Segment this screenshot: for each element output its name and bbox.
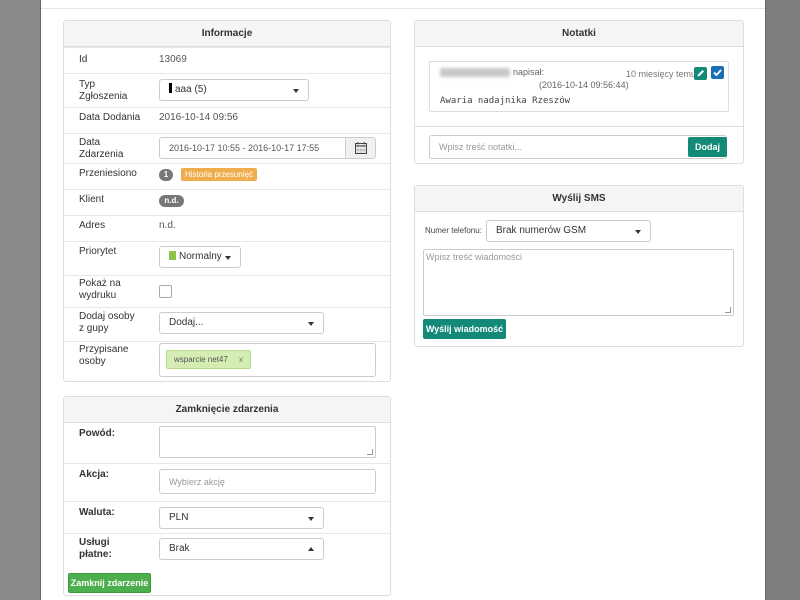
note-input[interactable]: Wpisz treść notatki...	[429, 135, 727, 159]
zamknij-zdarzenie-button[interactable]: Zamknij zdarzenie	[68, 573, 151, 593]
row-przeniesiono: Przeniesiono 1 Historia przesunięć	[64, 163, 390, 189]
phone-select-value: Brak numerów GSM	[496, 225, 587, 236]
adres-value: n.d.	[159, 220, 176, 231]
chevron-down-icon	[308, 517, 314, 521]
row-klient: Klient n.d.	[64, 189, 390, 215]
row-dodaj-osoby: Dodaj osoby z gupy Dodaj...	[64, 307, 390, 341]
dodaj-osoby-label: Dodaj osoby z gupy	[79, 311, 135, 334]
confirm-note-button[interactable]	[711, 66, 724, 79]
chevron-down-icon	[308, 322, 314, 326]
background-right	[764, 0, 800, 600]
row-przypisane: Przypisane osoby wsparcie net47 x	[64, 341, 390, 381]
note-author-blurred	[440, 68, 510, 77]
edit-note-button[interactable]	[694, 67, 707, 80]
row-akcja: Akcja: Wybierz akcję	[64, 463, 390, 501]
typ-select[interactable]: aaa (5)	[159, 79, 309, 101]
waluta-select-value: PLN	[169, 512, 189, 523]
notatki-panel: Notatki napisał: 10 miesięcy temu (2016-…	[414, 20, 744, 164]
row-id: Id 13069	[64, 47, 390, 73]
calendar-button[interactable]	[345, 137, 376, 159]
sms-message-placeholder: Wpisz treść wiadomości	[426, 252, 523, 262]
send-sms-button[interactable]: Wyślij wiadomość	[423, 319, 506, 339]
akcja-input[interactable]: Wybierz akcję	[159, 469, 376, 494]
uslugi-select-value: Brak	[169, 543, 190, 554]
uslugi-label: Usługi płatne:	[79, 537, 112, 560]
chevron-down-icon	[293, 89, 299, 93]
priorytet-select-value: Normalny	[179, 251, 222, 262]
remove-tag-icon[interactable]: x	[239, 355, 243, 364]
informacje-panel: Informacje Id 13069 Typ Zgłoszenia aaa (…	[63, 20, 391, 382]
row-uslugi: Usługi płatne: Brak	[64, 533, 390, 567]
row-adres: Adres n.d.	[64, 215, 390, 241]
data-dodania-label: Data Dodania	[79, 112, 141, 123]
assigned-person-tag: wsparcie net47 x	[166, 350, 252, 369]
sms-panel: Wyślij SMS Numer telefonu: Brak numerów …	[414, 185, 744, 347]
informacje-title: Informacje	[64, 21, 390, 47]
row-priorytet: Priorytet Normalny	[64, 241, 390, 275]
note-time-ago: 10 miesięcy temu	[626, 69, 697, 79]
row-data-zdarzenia: Data Zdarzenia 2016-10-17 10:55 - 2016-1…	[64, 133, 390, 163]
incident-modal: Informacje Id 13069 Typ Zgłoszenia aaa (…	[40, 0, 766, 600]
klient-label: Klient	[79, 194, 105, 205]
przypisane-label: Przypisane osoby	[79, 344, 129, 367]
data-zdarzenia-label: Data Zdarzenia	[79, 137, 124, 160]
sms-message-textarea[interactable]: Wpisz treść wiadomości	[423, 249, 734, 316]
add-note-button[interactable]: Dodaj	[688, 137, 727, 157]
data-dodania-value: 2016-10-14 09:56	[159, 112, 238, 123]
row-pokaz: Pokaż na wydruku	[64, 275, 390, 307]
type-color-swatch	[169, 83, 172, 93]
przeniesiono-count-badge: 1	[159, 169, 173, 181]
waluta-select[interactable]: PLN	[159, 507, 324, 529]
powod-label: Powód:	[79, 428, 116, 439]
id-label: Id	[79, 54, 88, 65]
date-range-input[interactable]: 2016-10-17 10:55 - 2016-10-17 17:55	[159, 137, 346, 159]
przypisane-osoby-box[interactable]: wsparcie net47 x	[159, 343, 376, 377]
priorytet-select[interactable]: Normalny	[159, 246, 241, 268]
note-item: napisał: 10 miesięcy temu (2016-10-14 09…	[429, 61, 729, 112]
typ-label: Typ Zgłoszenia	[79, 79, 128, 102]
adres-label: Adres	[79, 220, 106, 231]
chevron-down-icon	[635, 230, 641, 234]
zamkniecie-panel: Zamknięcie zdarzenia Powód: Akcja: Wybie…	[63, 396, 391, 596]
note-author-suffix: napisał:	[513, 67, 545, 77]
dodaj-osoby-select[interactable]: Dodaj...	[159, 312, 324, 334]
row-powod: Powód:	[64, 423, 390, 463]
note-date: (2016-10-14 09:56:44)	[539, 80, 629, 90]
akcja-label: Akcja:	[79, 469, 110, 480]
id-value: 13069	[159, 54, 187, 65]
pokaz-label: Pokaż na wydruku	[79, 278, 121, 301]
zamkniecie-title: Zamknięcie zdarzenia	[64, 397, 390, 423]
priorytet-label: Priorytet	[79, 246, 117, 257]
calendar-icon	[355, 142, 367, 154]
notatki-title: Notatki	[415, 21, 743, 47]
typ-select-value: aaa (5)	[175, 84, 207, 95]
row-typ: Typ Zgłoszenia aaa (5)	[64, 73, 390, 107]
chevron-up-icon	[308, 547, 314, 551]
priority-color-swatch	[169, 251, 176, 260]
pokaz-checkbox[interactable]	[159, 285, 172, 298]
klient-badge: n.d.	[159, 195, 184, 207]
assigned-person-name: wsparcie net47	[174, 355, 228, 364]
note-text: Awaria nadajnika Rzeszów	[440, 96, 571, 106]
row-waluta: Waluta: PLN	[64, 501, 390, 533]
historia-przesuniec-link[interactable]: Historia przesunięć	[181, 168, 258, 181]
waluta-label: Waluta:	[79, 507, 115, 518]
chevron-down-icon	[225, 256, 231, 260]
phone-select[interactable]: Brak numerów GSM	[486, 220, 651, 242]
check-icon	[713, 69, 722, 77]
dodaj-osoby-select-value: Dodaj...	[169, 317, 204, 328]
modal-header-bar	[41, 0, 765, 9]
resize-grip-icon	[367, 449, 373, 455]
pencil-icon	[697, 70, 704, 77]
background-left	[0, 0, 40, 600]
sms-title: Wyślij SMS	[415, 186, 743, 212]
phone-label: Numer telefonu:	[425, 226, 482, 235]
przeniesiono-label: Przeniesiono	[79, 168, 137, 179]
powod-textarea[interactable]	[159, 426, 376, 458]
notatki-divider	[415, 126, 743, 127]
uslugi-select[interactable]: Brak	[159, 538, 324, 560]
resize-grip-icon	[725, 307, 731, 313]
row-data-dodania: Data Dodania 2016-10-14 09:56	[64, 107, 390, 133]
